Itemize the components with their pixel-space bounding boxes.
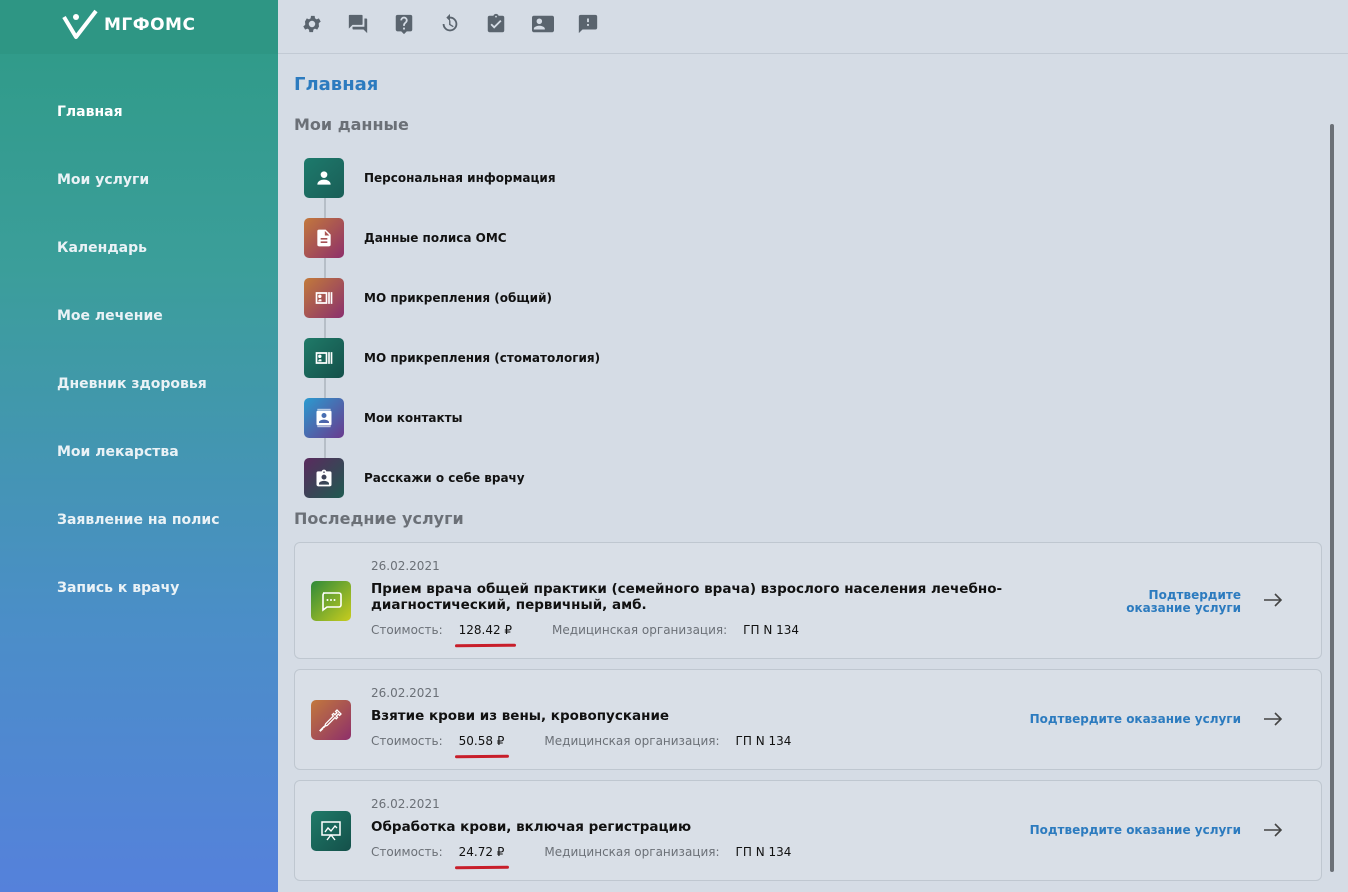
data-item-personal-info[interactable]: Персональная информация bbox=[304, 158, 704, 198]
sidebar-item-calendar[interactable]: Календарь bbox=[57, 240, 220, 308]
service-name: Прием врача общей практики (семейного вр… bbox=[371, 581, 1003, 613]
badge-icon bbox=[304, 458, 344, 498]
cost-label: Стоимость: bbox=[371, 734, 443, 748]
data-item-label: МО прикрепления (общий) bbox=[364, 291, 552, 305]
feedback-icon[interactable] bbox=[577, 13, 599, 35]
cost-value: 128.42 ₽ bbox=[454, 623, 517, 648]
my-data-title: Мои данные bbox=[294, 115, 409, 134]
logo[interactable]: МГФОМС bbox=[62, 9, 195, 41]
top-toolbar bbox=[278, 0, 1348, 54]
sidebar-nav: Главная Мои услуги Календарь Мое лечение… bbox=[57, 104, 220, 648]
cost-text: 50.58 ₽ bbox=[458, 734, 505, 748]
service-name: Взятие крови из вены, кровопускание bbox=[371, 708, 670, 724]
data-item-oms-policy[interactable]: Данные полиса ОМС bbox=[304, 218, 704, 258]
sidebar-item-health-diary[interactable]: Дневник здоровья bbox=[57, 376, 220, 444]
org-label: Медицинская организация: bbox=[544, 845, 720, 859]
data-item-label: Персональная информация bbox=[364, 171, 556, 185]
logo-text: МГФОМС bbox=[104, 15, 196, 35]
contact-card-icon[interactable] bbox=[531, 13, 555, 35]
service-meta: Стоимость: 24.72 ₽ Медицинская организац… bbox=[371, 845, 792, 870]
cost-label: Стоимость: bbox=[371, 623, 443, 637]
service-card[interactable]: 26.02.2021 Обработка крови, включая реги… bbox=[294, 780, 1322, 881]
data-item-label: МО прикрепления (стоматология) bbox=[364, 351, 601, 365]
service-meta: Стоимость: 50.58 ₽ Медицинская организац… bbox=[371, 734, 792, 759]
red-underline bbox=[454, 865, 509, 870]
data-item-label: Расскажи о себе врачу bbox=[364, 471, 525, 485]
cost-text: 24.72 ₽ bbox=[458, 845, 505, 859]
history-icon[interactable] bbox=[439, 13, 461, 35]
service-date: 26.02.2021 bbox=[371, 686, 440, 700]
confirm-service-link[interactable]: Подтвердите оказание услуги bbox=[1030, 824, 1241, 837]
id-card-icon bbox=[304, 338, 344, 378]
sidebar-header: МГФОМС bbox=[0, 0, 278, 54]
sidebar-item-treatment[interactable]: Мое лечение bbox=[57, 308, 220, 376]
syringe-icon bbox=[311, 700, 351, 740]
data-item-label: Данные полиса ОМС bbox=[364, 231, 507, 245]
data-item-mo-dentistry[interactable]: МО прикрепления (стоматология) bbox=[304, 338, 704, 378]
service-meta: Стоимость: 128.42 ₽ Медицинская организа… bbox=[371, 623, 800, 648]
clipboard-check-icon[interactable] bbox=[485, 13, 507, 35]
service-card[interactable]: 26.02.2021 Взятие крови из вены, кровопу… bbox=[294, 669, 1322, 770]
logo-check-icon bbox=[62, 9, 98, 39]
id-card-icon bbox=[304, 278, 344, 318]
sidebar-item-home[interactable]: Главная bbox=[57, 104, 220, 172]
org-label: Медицинская организация: bbox=[552, 623, 728, 637]
vertical-scrollbar[interactable] bbox=[1330, 124, 1334, 872]
person-icon bbox=[304, 158, 344, 198]
data-item-label: Мои контакты bbox=[364, 411, 463, 425]
contacts-icon bbox=[304, 398, 344, 438]
red-underline bbox=[454, 754, 509, 759]
org-value: ГП N 134 bbox=[735, 845, 792, 859]
document-icon bbox=[304, 218, 344, 258]
org-label: Медицинская организация: bbox=[544, 734, 720, 748]
org-value: ГП N 134 bbox=[735, 734, 792, 748]
chat-bubble-icon bbox=[311, 581, 351, 621]
org-value: ГП N 134 bbox=[743, 623, 800, 637]
sidebar-item-medicines[interactable]: Мои лекарства bbox=[57, 444, 220, 512]
chat-icon[interactable] bbox=[347, 13, 369, 35]
service-date: 26.02.2021 bbox=[371, 559, 440, 573]
service-card[interactable]: 26.02.2021 Прием врача общей практики (с… bbox=[294, 542, 1322, 659]
gear-icon[interactable] bbox=[301, 13, 323, 35]
cost-value: 50.58 ₽ bbox=[454, 734, 509, 759]
confirm-service-link[interactable]: Подтвердите оказание услуги bbox=[1030, 713, 1241, 726]
cost-label: Стоимость: bbox=[371, 845, 443, 859]
cost-text: 128.42 ₽ bbox=[458, 623, 513, 637]
arrow-right-icon[interactable] bbox=[1263, 822, 1283, 837]
sidebar-item-policy-application[interactable]: Заявление на полис bbox=[57, 512, 220, 580]
confirm-service-link[interactable]: Подтвердите оказание услуги bbox=[1081, 589, 1241, 615]
recent-services-title: Последние услуги bbox=[294, 509, 464, 528]
sidebar-item-services[interactable]: Мои услуги bbox=[57, 172, 220, 240]
sidebar-item-doctor-appointment[interactable]: Запись к врачу bbox=[57, 580, 220, 648]
data-item-mo-general[interactable]: МО прикрепления (общий) bbox=[304, 278, 704, 318]
data-item-tell-doctor[interactable]: Расскажи о себе врачу bbox=[304, 458, 704, 498]
monitor-chart-icon bbox=[311, 811, 351, 851]
service-date: 26.02.2021 bbox=[371, 797, 440, 811]
arrow-right-icon[interactable] bbox=[1263, 592, 1283, 607]
data-item-contacts[interactable]: Мои контакты bbox=[304, 398, 704, 438]
page-title: Главная bbox=[294, 74, 379, 95]
service-name: Обработка крови, включая регистрацию bbox=[371, 819, 692, 835]
help-icon[interactable] bbox=[393, 13, 415, 35]
cost-value: 24.72 ₽ bbox=[454, 845, 509, 870]
sidebar: МГФОМС Главная Мои услуги Календарь Мое … bbox=[0, 0, 278, 892]
red-underline bbox=[454, 643, 517, 648]
arrow-right-icon[interactable] bbox=[1263, 711, 1283, 726]
